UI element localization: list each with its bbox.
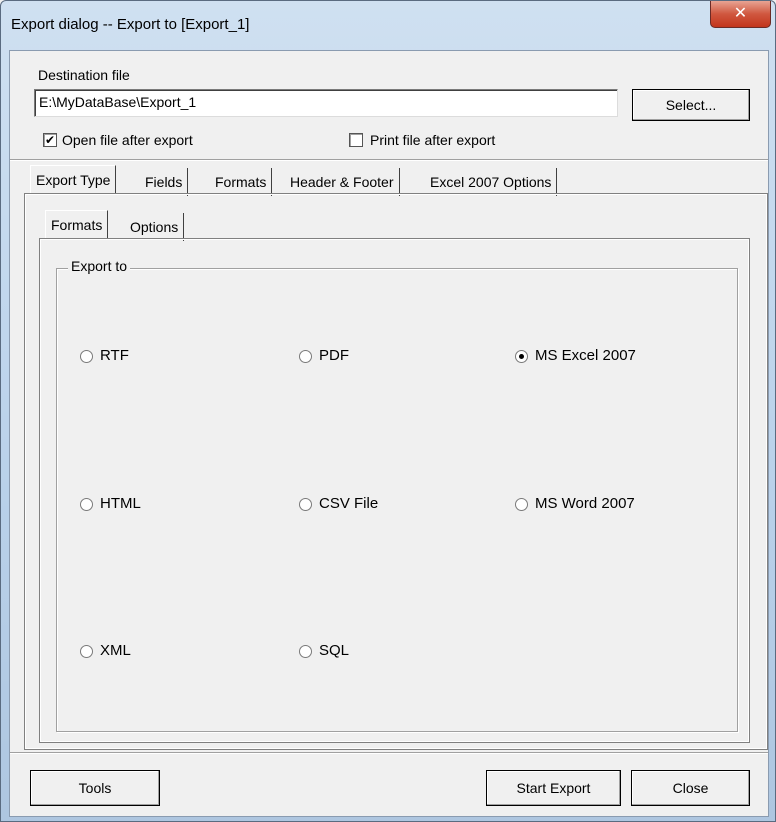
close-button[interactable]: Close [631,770,750,806]
dialog-client-area: Destination file E:\MyDataBase\Export_1 … [9,50,769,817]
radio-xml-label: XML [100,642,131,659]
title-bar[interactable]: Export dialog -- Export to [Export_1] ✕ [1,1,775,51]
radio-csv-file[interactable] [299,498,312,511]
print-after-export-checkbox[interactable] [349,133,363,147]
radio-pdf[interactable] [299,350,312,363]
radio-pdf-label: PDF [319,347,349,364]
radio-csv-file-label: CSV File [319,495,379,512]
select-button[interactable]: Select... [632,89,750,121]
radio-sql[interactable] [299,645,312,658]
radio-ms-word-2007-label: MS Word 2007 [535,495,635,512]
open-after-export-checkbox[interactable]: ✔ [43,133,57,147]
tab-fields[interactable]: Fields [140,168,189,196]
close-icon: ✕ [733,3,748,22]
footer-separator [10,752,768,754]
subtab-formats[interactable]: Formats [45,210,109,239]
radio-xml[interactable] [80,645,93,658]
radio-ms-excel-2007[interactable] [515,350,528,363]
radio-rtf-label: RTF [100,347,129,364]
radio-sql-label: SQL [319,642,350,659]
radio-rtf[interactable] [80,350,93,363]
tools-button[interactable]: Tools [30,770,160,806]
subtab-options[interactable]: Options [125,213,185,241]
close-window-button[interactable]: ✕ [710,1,771,28]
window-title: Export dialog -- Export to [Export_1] [11,16,250,33]
checkmark-icon: ✔ [44,133,56,147]
radio-html[interactable] [80,498,93,511]
open-after-export-label: Open file after export [62,132,193,148]
tab-excel-2007-options[interactable]: Excel 2007 Options [425,168,558,196]
radio-html-label: HTML [100,495,141,512]
tab-export-type[interactable]: Export Type [30,165,117,194]
start-export-button[interactable]: Start Export [486,770,621,806]
tab-header-footer[interactable]: Header & Footer [285,168,400,196]
destination-file-value: E:\MyDataBase\Export_1 [39,94,197,110]
radio-ms-excel-2007-label: MS Excel 2007 [535,347,636,364]
radio-ms-word-2007[interactable] [515,498,528,511]
export-to-group [56,268,738,732]
destination-file-label: Destination file [38,67,130,83]
radio-selected-dot [519,354,524,359]
separator [10,159,768,161]
export-to-group-label: Export to [68,258,131,274]
destination-file-input[interactable]: E:\MyDataBase\Export_1 [34,89,618,117]
tab-formats[interactable]: Formats [210,168,273,196]
export-dialog-window: Export dialog -- Export to [Export_1] ✕ … [0,0,776,822]
print-after-export-label: Print file after export [370,132,496,148]
